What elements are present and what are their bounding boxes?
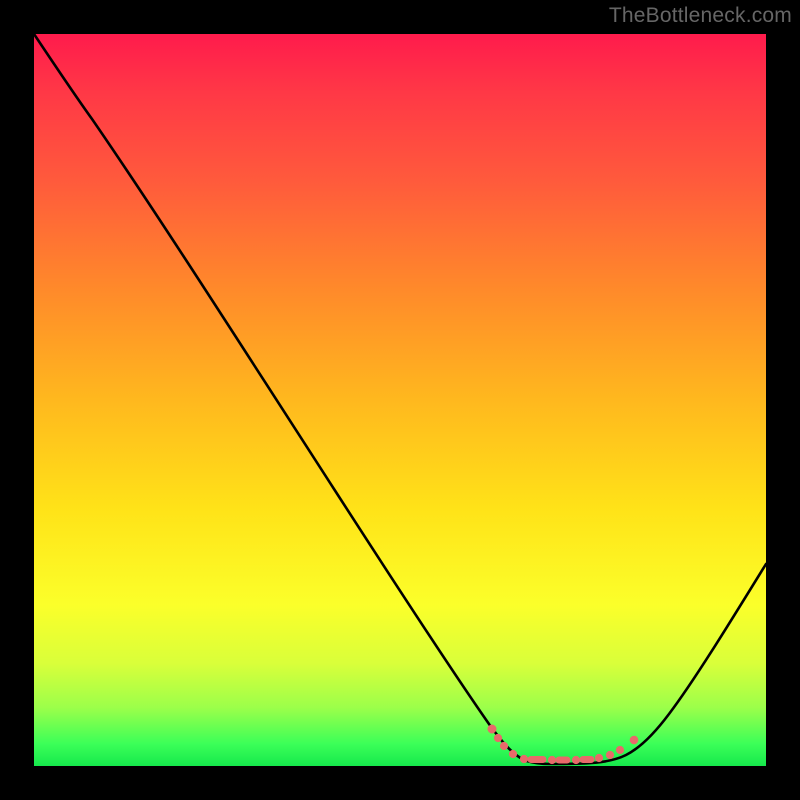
curve-svg — [34, 34, 766, 766]
watermark-text: TheBottleneck.com — [609, 4, 792, 28]
plot-area — [34, 34, 766, 766]
bottleneck-curve — [34, 34, 766, 764]
chart-frame: TheBottleneck.com — [0, 0, 800, 800]
